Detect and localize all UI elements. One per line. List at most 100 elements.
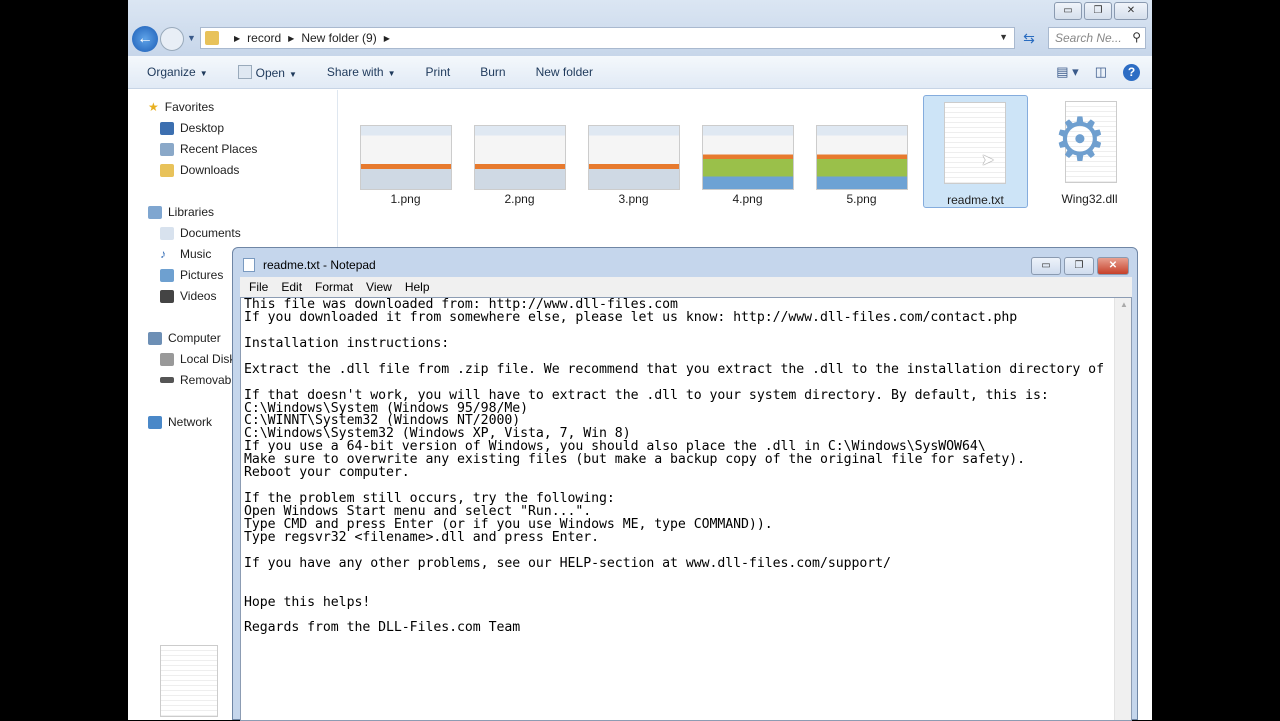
file-item-selected[interactable]: readme.txt — [923, 95, 1028, 208]
image-thumbnail — [702, 125, 794, 190]
new-folder-button[interactable]: New folder — [536, 65, 593, 79]
sidebar-item-documents[interactable]: Documents — [160, 226, 241, 240]
notepad-window: readme.txt - Notepad ▭ ❐ ✕ File Edit For… — [232, 247, 1138, 721]
text-line: Installation instructions: — [244, 335, 450, 351]
open-label: Open — [255, 65, 285, 80]
recent-places-icon — [160, 142, 174, 156]
file-name: 3.png — [618, 192, 649, 206]
burn-button[interactable]: Burn — [480, 65, 505, 79]
chevron-right-icon[interactable]: ▶ — [384, 34, 390, 43]
text-line: Extract the .dll file from .zip file. We… — [244, 361, 1104, 377]
close-button[interactable]: ✕ — [1114, 2, 1148, 20]
change-view-icon[interactable]: ▤ ▾ — [1056, 64, 1078, 81]
sidebar-item-removable[interactable]: Removabl — [160, 373, 234, 387]
image-thumbnail — [474, 125, 566, 190]
file-name: Wing32.dll — [1061, 192, 1118, 206]
sidebar-item-pictures[interactable]: Pictures — [160, 268, 223, 282]
sidebar-label: Libraries — [168, 205, 215, 219]
menu-view[interactable]: View — [366, 280, 392, 294]
document-text[interactable]: This file was downloaded from: http://ww… — [244, 298, 1104, 636]
image-thumbnail — [360, 125, 452, 190]
sidebar-label: Favorites — [164, 100, 215, 114]
breadcrumb-new-folder[interactable]: New folder (9) — [301, 31, 376, 45]
sidebar-item-music[interactable]: ♪ Music — [160, 247, 211, 261]
minimize-button[interactable]: ▭ — [1054, 2, 1082, 20]
share-with-button[interactable]: Share with ▼ — [327, 65, 396, 79]
file-name: 1.png — [390, 192, 421, 206]
sidebar-label: Documents — [180, 226, 241, 240]
scroll-up-icon[interactable]: ▲ — [1120, 300, 1128, 309]
breadcrumb-record[interactable]: record — [247, 31, 281, 45]
sidebar-label: Desktop — [180, 121, 225, 135]
sidebar-item-local-disk[interactable]: Local Disk — [160, 352, 235, 366]
organize-button[interactable]: Organize ▼ — [147, 65, 208, 79]
close-button[interactable]: ✕ — [1097, 257, 1129, 275]
menu-bar: File Edit Format View Help — [240, 277, 1132, 297]
file-name: 5.png — [846, 192, 877, 206]
chevron-right-icon[interactable]: ▶ — [288, 34, 294, 43]
documents-icon — [160, 226, 174, 240]
file-name: 4.png — [732, 192, 763, 206]
text-line: Regards from the DLL-Files.com Team — [244, 620, 521, 636]
file-item[interactable]: ⚙ Wing32.dll — [1037, 95, 1142, 208]
menu-file[interactable]: File — [249, 280, 268, 294]
refresh-icon[interactable]: ⇆ — [1018, 27, 1040, 49]
sidebar-item-downloads[interactable]: Downloads — [160, 163, 239, 177]
sidebar-label: Recent Places — [180, 142, 258, 156]
sidebar-item-network[interactable]: Network — [148, 415, 212, 429]
open-button[interactable]: Open ▼ — [237, 64, 297, 80]
search-icon[interactable]: ⚲ — [1132, 30, 1141, 44]
sidebar-label: Removabl — [180, 373, 235, 387]
computer-icon — [148, 331, 162, 345]
maximize-button[interactable]: ❐ — [1064, 257, 1094, 275]
recent-pages-dropdown[interactable]: ▼ — [187, 33, 196, 43]
search-input[interactable]: Search Ne... ⚲ — [1048, 27, 1146, 49]
text-line — [244, 584, 1104, 597]
sidebar-item-desktop[interactable]: Desktop — [160, 121, 224, 135]
desktop-icon — [160, 121, 174, 135]
menu-edit[interactable]: Edit — [281, 280, 302, 294]
preview-pane-icon[interactable]: ◫ — [1095, 64, 1107, 81]
sidebar-item-libraries[interactable]: Libraries — [148, 205, 214, 219]
file-name: readme.txt — [947, 193, 1004, 207]
file-item[interactable]: 2.png — [467, 95, 572, 208]
menu-help[interactable]: Help — [405, 280, 430, 294]
print-button[interactable]: Print — [426, 65, 451, 79]
organize-label: Organize — [147, 65, 196, 79]
share-with-label: Share with — [326, 65, 384, 79]
menu-format[interactable]: Format — [315, 280, 353, 294]
back-button[interactable]: ← — [132, 26, 158, 52]
mouse-cursor-icon: ➤ — [981, 152, 995, 169]
file-name: 2.png — [504, 192, 535, 206]
network-icon — [148, 415, 162, 429]
folder-icon — [205, 31, 219, 45]
address-dropdown-icon[interactable]: ▼ — [999, 32, 1008, 42]
file-item[interactable]: 3.png — [581, 95, 686, 208]
sidebar-label: Computer — [168, 331, 221, 345]
image-thumbnail — [588, 125, 680, 190]
explorer-titlebar: ▭ ❐ ✕ ← ▼ ▶ record ▶ New folder (9) ▶ ▼ … — [128, 0, 1152, 56]
sidebar-item-computer[interactable]: Computer — [148, 331, 221, 345]
file-item[interactable]: 5.png — [809, 95, 914, 208]
downloads-icon — [160, 163, 174, 177]
sidebar-item-videos[interactable]: Videos — [160, 289, 216, 303]
sidebar-item-recent-places[interactable]: Recent Places — [160, 142, 257, 156]
sidebar-label: Pictures — [180, 268, 224, 282]
forward-button[interactable] — [160, 27, 184, 51]
videos-icon — [160, 289, 174, 303]
sidebar-item-favorites[interactable]: ★ Favorites — [148, 100, 214, 114]
image-thumbnail — [816, 125, 908, 190]
text-editor[interactable]: This file was downloaded from: http://ww… — [240, 297, 1132, 721]
help-icon[interactable]: ? — [1123, 64, 1140, 81]
maximize-button[interactable]: ❐ — [1084, 2, 1112, 20]
sidebar-label: Music — [180, 247, 212, 261]
vertical-scrollbar[interactable]: ▲ — [1114, 298, 1131, 720]
minimize-button[interactable]: ▭ — [1031, 257, 1061, 275]
file-item[interactable]: 4.png — [695, 95, 800, 208]
chevron-down-icon: ▼ — [387, 69, 396, 78]
notepad-title: readme.txt - Notepad — [263, 258, 376, 272]
command-bar: Organize ▼ Open ▼ Share with ▼ Print Burn N… — [128, 56, 1152, 89]
chevron-right-icon[interactable]: ▶ — [234, 34, 240, 43]
address-bar[interactable]: ▶ record ▶ New folder (9) ▶ ▼ — [200, 27, 1015, 49]
file-item[interactable]: 1.png — [353, 95, 458, 208]
